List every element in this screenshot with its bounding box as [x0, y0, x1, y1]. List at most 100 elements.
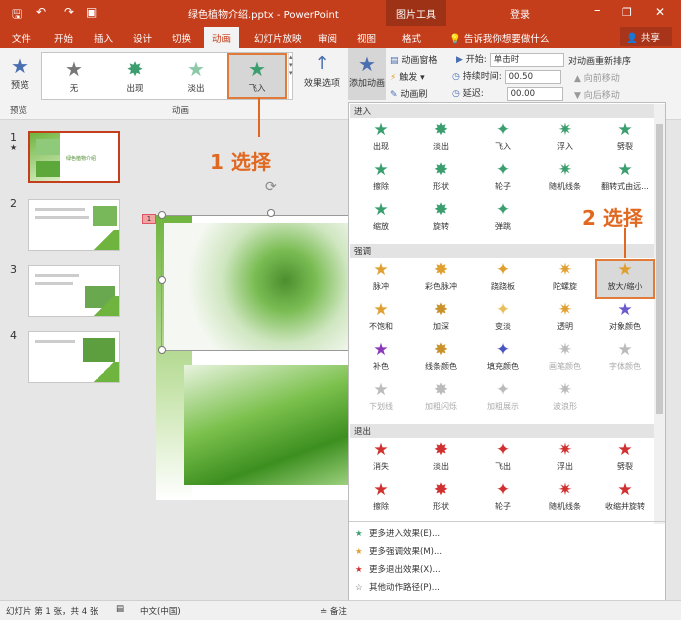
effect-emphasis-item[interactable]: ✦ 跷跷板	[473, 259, 533, 299]
language[interactable]: 中文(中国)	[140, 605, 181, 617]
tab-format[interactable]: 格式	[402, 31, 421, 45]
trigger-button[interactable]: ⚡ 触发 ▾	[390, 70, 425, 83]
effect-exit-item[interactable]: ✷ 浮出	[535, 439, 595, 479]
gallery-scroll[interactable]: ▴ ▾ ▾	[288, 53, 294, 99]
redo-icon[interactable]: ↷	[64, 5, 74, 19]
restore-button[interactable]: ❐	[622, 6, 632, 19]
effect-exit-item[interactable]: ✷ 随机线条	[535, 479, 595, 519]
scroll-thumb[interactable]	[656, 124, 663, 414]
tab-transitions[interactable]: 切换	[172, 31, 191, 45]
effect-exit-item[interactable]: ✸ 形状	[411, 479, 471, 519]
effect-emphasis-item[interactable]: ✷ 透明	[535, 299, 595, 339]
effect-exit-item[interactable]: ★ 擦除	[351, 479, 411, 519]
more-effects-item[interactable]: ★ 更多退出效果(X)...	[355, 563, 441, 575]
effect-exit-item[interactable]: ✦ 飞出	[473, 439, 533, 479]
effect-entrance-item[interactable]: ✷ 随机线条	[535, 159, 595, 199]
effect-emphasis-item[interactable]: ★ 对象颜色	[595, 299, 655, 339]
gallery-item-appear[interactable]: ✸ 出现	[105, 53, 165, 99]
slide-thumbnail-1[interactable]: 绿色植物介绍	[28, 131, 120, 183]
effect-label: 填充颜色	[487, 362, 519, 371]
effect-entrance-item[interactable]: ★ 翻转式由远...	[595, 159, 655, 199]
move-later-button[interactable]: ▼ 向后移动	[574, 88, 620, 101]
effect-emphasis-item[interactable]: ✸ 加粗闪烁	[411, 379, 471, 419]
move-earlier-button[interactable]: ▲ 向前移动	[574, 71, 620, 84]
more-effects-item[interactable]: ★ 更多强调效果(M)...	[355, 545, 442, 557]
effect-entrance-item[interactable]: ✷ 浮入	[535, 119, 595, 159]
undo-icon[interactable]: ↶	[36, 5, 46, 19]
resize-handle[interactable]	[158, 211, 166, 219]
effect-emphasis-item[interactable]: ✸ 线条颜色	[411, 339, 471, 379]
tell-me-box[interactable]: 💡 告诉我你想要做什么	[449, 31, 549, 45]
more-effects-item[interactable]: ☆ 其他动作路径(P)...	[355, 581, 440, 593]
animation-pane-button[interactable]: ▤ 动画窗格	[390, 53, 437, 66]
effect-entrance-item[interactable]: ★ 缩放	[351, 199, 411, 239]
effect-entrance-item[interactable]: ✦ 弹跳	[473, 199, 533, 239]
delay-input[interactable]: 00.00	[506, 86, 563, 101]
dropdown-scrollbar[interactable]	[654, 104, 665, 524]
effect-emphasis-item[interactable]: ★ 脉冲	[351, 259, 411, 299]
effect-emphasis-item[interactable]: ★ 放大/缩小	[595, 259, 655, 299]
effect-emphasis-item[interactable]: ★ 补色	[351, 339, 411, 379]
share-button[interactable]: 👤 共享	[620, 27, 672, 46]
effect-exit-item[interactable]: ✦ 轮子	[473, 479, 533, 519]
effect-entrance-item[interactable]: ★ 擦除	[351, 159, 411, 199]
effect-entrance-item[interactable]: ★ 劈裂	[595, 119, 655, 159]
effect-exit-item[interactable]: ★ 劈裂	[595, 439, 655, 479]
more-effects-item[interactable]: ★ 更多进入效果(E)...	[355, 527, 440, 539]
effect-emphasis-item[interactable]: ★ 不饱和	[351, 299, 411, 339]
rotate-handle-icon[interactable]: ⟳	[265, 179, 277, 195]
effect-entrance-item[interactable]: ★ 出现	[351, 119, 411, 159]
effect-emphasis-item[interactable]: ★ 字体颜色	[595, 339, 655, 379]
notes-button[interactable]: ≐ 备注	[320, 605, 347, 617]
gallery-item-fly-in[interactable]: ★ 飞入	[227, 53, 287, 99]
animation-star-marker: ★	[10, 143, 18, 152]
effect-exit-item[interactable]: ★ 收缩并旋转	[595, 479, 655, 519]
effect-entrance-item[interactable]: ✸ 形状	[411, 159, 471, 199]
slide-thumbnail-4[interactable]	[28, 331, 120, 383]
effect-entrance-item[interactable]: ✦ 轮子	[473, 159, 533, 199]
tab-slideshow[interactable]: 幻灯片放映	[254, 31, 302, 45]
spellcheck-icon[interactable]: ▤	[116, 604, 124, 614]
effect-emphasis-item[interactable]: ✦ 变淡	[473, 299, 533, 339]
effect-emphasis-item[interactable]: ✷ 陀螺旋	[535, 259, 595, 299]
slide-thumbnail-2[interactable]	[28, 199, 120, 251]
effect-emphasis-item[interactable]: ✷ 画笔颜色	[535, 339, 595, 379]
start-select[interactable]: 单击时	[489, 52, 564, 67]
preview-button[interactable]: ★ 预览	[6, 54, 34, 91]
effect-emphasis-item[interactable]: ★ 下划线	[351, 379, 411, 419]
slide-thumbnail-3[interactable]	[28, 265, 120, 317]
effect-options-button[interactable]: ↑ 效果选项	[302, 52, 342, 89]
login-link[interactable]: 登录	[510, 6, 530, 21]
animation-painter-button[interactable]: ✎ 动画刷	[390, 87, 427, 100]
save-icon[interactable]: 🖫	[12, 5, 22, 26]
resize-handle[interactable]	[158, 346, 166, 354]
effect-exit-item[interactable]: ✸ 淡出	[411, 439, 471, 479]
close-button[interactable]: ✕	[655, 5, 665, 19]
resize-handle[interactable]	[158, 276, 166, 284]
tab-insert[interactable]: 插入	[94, 31, 113, 45]
tab-design[interactable]: 设计	[133, 31, 152, 45]
gallery-item-none[interactable]: ★ 无	[44, 53, 104, 99]
tab-file[interactable]: 文件	[12, 31, 31, 45]
effect-emphasis-item[interactable]: ✷ 波浪形	[535, 379, 595, 419]
effect-emphasis-item[interactable]: ✦ 填充颜色	[473, 339, 533, 379]
gallery-item-fade[interactable]: ★ 淡出	[166, 53, 226, 99]
tab-home[interactable]: 开始	[54, 31, 73, 45]
minimize-button[interactable]: –	[594, 3, 601, 18]
effect-emphasis-item[interactable]: ✸ 彩色脉冲	[411, 259, 471, 299]
resize-handle[interactable]	[267, 209, 275, 217]
tab-animations[interactable]: 动画	[204, 27, 240, 48]
start-from-beginning-icon[interactable]: ▣	[86, 5, 97, 19]
effect-entrance-item[interactable]: ✦ 飞入	[473, 119, 533, 159]
tab-review[interactable]: 审阅	[318, 31, 337, 45]
effect-entrance-item[interactable]: ✸ 淡出	[411, 119, 471, 159]
leaf-dewdrop-image[interactable]	[184, 365, 366, 485]
effect-exit-item[interactable]: ★ 消失	[351, 439, 411, 479]
tab-view[interactable]: 视图	[357, 31, 376, 45]
effect-emphasis-item[interactable]: ✸ 加深	[411, 299, 471, 339]
more-effects-label: 更多进入效果(E)...	[369, 529, 441, 539]
effect-emphasis-item[interactable]: ✦ 加粗展示	[473, 379, 533, 419]
duration-input[interactable]: 00.50	[504, 69, 561, 84]
effect-entrance-item[interactable]: ✸ 旋转	[411, 199, 471, 239]
add-animation-button[interactable]: ★ 添加动画	[348, 48, 386, 100]
